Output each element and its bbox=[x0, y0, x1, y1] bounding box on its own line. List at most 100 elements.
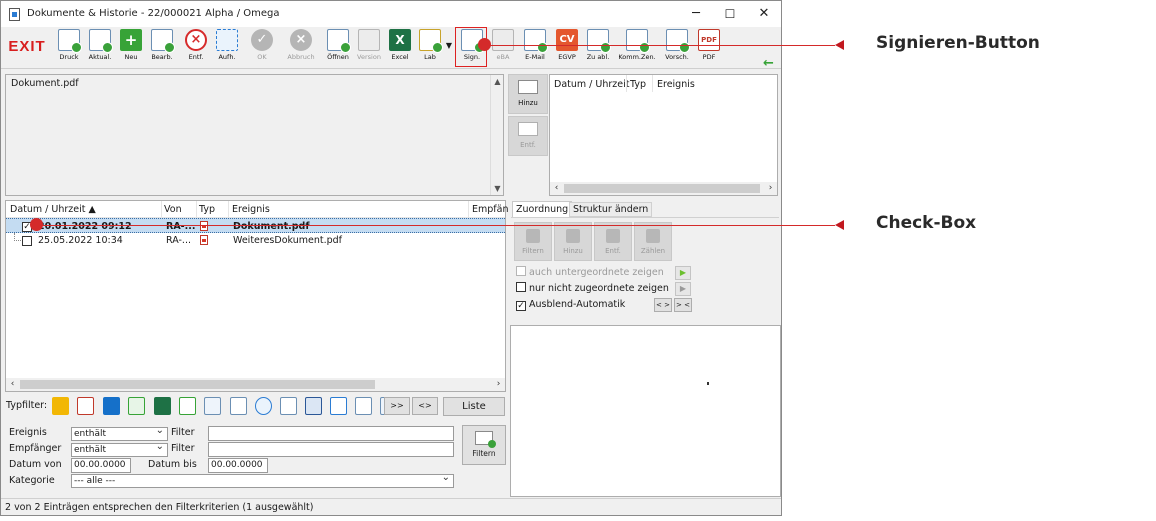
checkbox-callout-line bbox=[36, 225, 835, 226]
note-filter-icon[interactable] bbox=[52, 397, 69, 415]
date-to-input[interactable]: 00.00.0000 bbox=[208, 458, 268, 473]
recipient-operator-select[interactable]: enthält bbox=[71, 441, 168, 457]
scroll-left-icon[interactable]: ‹ bbox=[550, 182, 563, 195]
printer-icon bbox=[58, 29, 82, 53]
minimize-button[interactable]: ─ bbox=[679, 1, 713, 27]
archive-button[interactable]: Zu abl. bbox=[583, 28, 613, 66]
email-filter-icon[interactable] bbox=[179, 397, 196, 415]
refresh-button[interactable]: Aktual. bbox=[85, 28, 115, 66]
row-checkbox[interactable] bbox=[22, 236, 32, 246]
date-from-input[interactable]: 00.00.0000 bbox=[71, 458, 131, 473]
list-button[interactable]: Liste bbox=[443, 397, 505, 416]
delete-button[interactable]: × Entf. bbox=[181, 28, 211, 66]
lab-dropdown-button[interactable]: ▼ bbox=[443, 28, 455, 66]
egvp-icon: CV bbox=[556, 29, 578, 51]
version-button[interactable]: Version bbox=[354, 28, 384, 66]
web-filter-icon[interactable] bbox=[255, 397, 272, 415]
excel-button[interactable]: X Excel bbox=[385, 28, 415, 66]
add-history-button[interactable]: Hinzu bbox=[508, 74, 548, 114]
col-datetime[interactable]: Datum / Uhrzeit ▲ bbox=[10, 204, 96, 215]
collapse-button[interactable]: > < bbox=[674, 298, 692, 312]
email-button[interactable]: E-Mail bbox=[520, 28, 550, 66]
close-button[interactable]: ✕ bbox=[747, 1, 781, 27]
edit-filter-icon[interactable] bbox=[355, 397, 372, 415]
assign-remove-button[interactable]: Entf. bbox=[594, 222, 632, 261]
text-filter-icon[interactable] bbox=[280, 397, 297, 415]
document-list-hscrollbar[interactable]: ‹ › bbox=[6, 378, 505, 391]
scroll-left-icon[interactable]: ‹ bbox=[6, 378, 19, 391]
expand-button[interactable]: < > bbox=[654, 298, 672, 312]
remove-history-button[interactable]: Entf. bbox=[508, 116, 548, 156]
pdf-file-icon bbox=[200, 221, 208, 231]
auto-hide-option[interactable]: ✓ Ausblend-Automatik bbox=[516, 298, 625, 312]
assign-add-button[interactable]: Hinzu bbox=[554, 222, 592, 261]
option-checkbox[interactable] bbox=[516, 266, 526, 276]
filter-apply-button[interactable]: Filtern bbox=[462, 425, 506, 465]
event-filter-label: Ereignis bbox=[9, 427, 47, 438]
table-row[interactable]: 25.05.2022 10:34 RA-... WeiteresDokument… bbox=[6, 233, 505, 248]
event-filter-input[interactable] bbox=[208, 426, 454, 441]
scroll-down-icon[interactable]: ▼ bbox=[491, 182, 504, 195]
communication-center-button[interactable]: Komm.Zen. bbox=[617, 28, 657, 66]
scroll-thumb[interactable] bbox=[20, 380, 375, 389]
print-button[interactable]: Druck bbox=[54, 28, 84, 66]
invert-types-button[interactable]: <> bbox=[412, 397, 438, 415]
select-all-types-button[interactable]: >> bbox=[384, 397, 410, 415]
history-table-header: Datum / Uhrzeit Typ Ereignis bbox=[550, 75, 777, 93]
col-event[interactable]: Ereignis bbox=[232, 204, 270, 215]
arrow-left-icon[interactable]: ← bbox=[763, 56, 774, 71]
row-datetime: 25.05.2022 10:34 bbox=[38, 235, 123, 246]
tag-filter-icon[interactable] bbox=[330, 397, 347, 415]
category-select[interactable]: --- alle --- bbox=[71, 472, 454, 488]
folder-filter-icon[interactable] bbox=[128, 397, 145, 415]
assign-count-button[interactable]: Zählen bbox=[634, 222, 672, 261]
egvp-button[interactable]: CV EGVP bbox=[552, 28, 582, 66]
play-icon[interactable]: ▶ bbox=[675, 266, 691, 280]
history-col-type[interactable]: Typ bbox=[630, 79, 646, 90]
outlook-filter-icon[interactable] bbox=[103, 397, 120, 415]
new-label: Neu bbox=[124, 53, 138, 61]
maximize-button[interactable]: ☐ bbox=[713, 1, 747, 27]
word-filter-icon[interactable] bbox=[305, 397, 322, 415]
assign-remove-label: Entf. bbox=[605, 247, 621, 255]
show-unassigned-option[interactable]: nur nicht zugeordnete zeigen bbox=[516, 282, 669, 296]
open-button[interactable]: Öffnen bbox=[323, 28, 353, 66]
preview-filename: Dokument.pdf bbox=[11, 78, 79, 89]
scroll-right-icon[interactable]: › bbox=[492, 378, 505, 391]
assign-filter-button[interactable]: Filtern bbox=[514, 222, 552, 261]
preview-button[interactable]: Vorsch. bbox=[662, 28, 692, 66]
tab-change-structure[interactable]: Struktur ändern bbox=[569, 202, 653, 217]
tab-assignment[interactable]: Zuordnung bbox=[512, 201, 573, 217]
new-button[interactable]: + Neu bbox=[116, 28, 146, 66]
show-subordinate-option[interactable]: auch untergeordnete zeigen bbox=[516, 266, 664, 280]
lab-button[interactable]: Lab bbox=[415, 28, 445, 66]
eba-button[interactable]: eBA bbox=[488, 28, 518, 66]
history-col-event[interactable]: Ereignis bbox=[657, 79, 695, 90]
pdf-filter-icon[interactable] bbox=[77, 397, 94, 415]
recipient-filter-input[interactable] bbox=[208, 442, 454, 457]
preview-scrollbar[interactable]: ▲ ▼ bbox=[490, 75, 503, 195]
excel-filter-icon[interactable] bbox=[154, 397, 171, 415]
event-operator-select[interactable]: enthält bbox=[71, 425, 168, 441]
option-checkbox[interactable] bbox=[516, 282, 526, 292]
hierarchy-button[interactable]: Aufh. bbox=[212, 28, 242, 66]
document-filter-icon[interactable] bbox=[230, 397, 247, 415]
ok-button[interactable]: ✓ OK bbox=[247, 28, 277, 66]
col-recipient[interactable]: Empfän bbox=[472, 204, 508, 215]
col-from[interactable]: Von bbox=[164, 204, 182, 215]
scroll-thumb[interactable] bbox=[564, 184, 760, 193]
play-icon[interactable]: ▶ bbox=[675, 282, 691, 296]
exit-button[interactable]: EXIT bbox=[6, 30, 48, 64]
history-col-datetime[interactable]: Datum / Uhrzeit bbox=[554, 79, 629, 90]
cancel-button[interactable]: × Abbruch bbox=[286, 28, 316, 66]
history-hscrollbar[interactable]: ‹ › bbox=[550, 182, 777, 195]
beam-filter-icon[interactable] bbox=[204, 397, 221, 415]
lab-icon bbox=[419, 29, 443, 53]
checkbox-callout-label: Check-Box bbox=[876, 213, 977, 233]
pdf-button[interactable]: PDF PDF bbox=[694, 28, 724, 66]
scroll-up-icon[interactable]: ▲ bbox=[491, 75, 504, 88]
edit-button[interactable]: Bearb. bbox=[147, 28, 177, 66]
col-type[interactable]: Typ bbox=[199, 204, 215, 215]
scroll-right-icon[interactable]: › bbox=[764, 182, 777, 195]
option-checkbox[interactable]: ✓ bbox=[516, 301, 526, 311]
